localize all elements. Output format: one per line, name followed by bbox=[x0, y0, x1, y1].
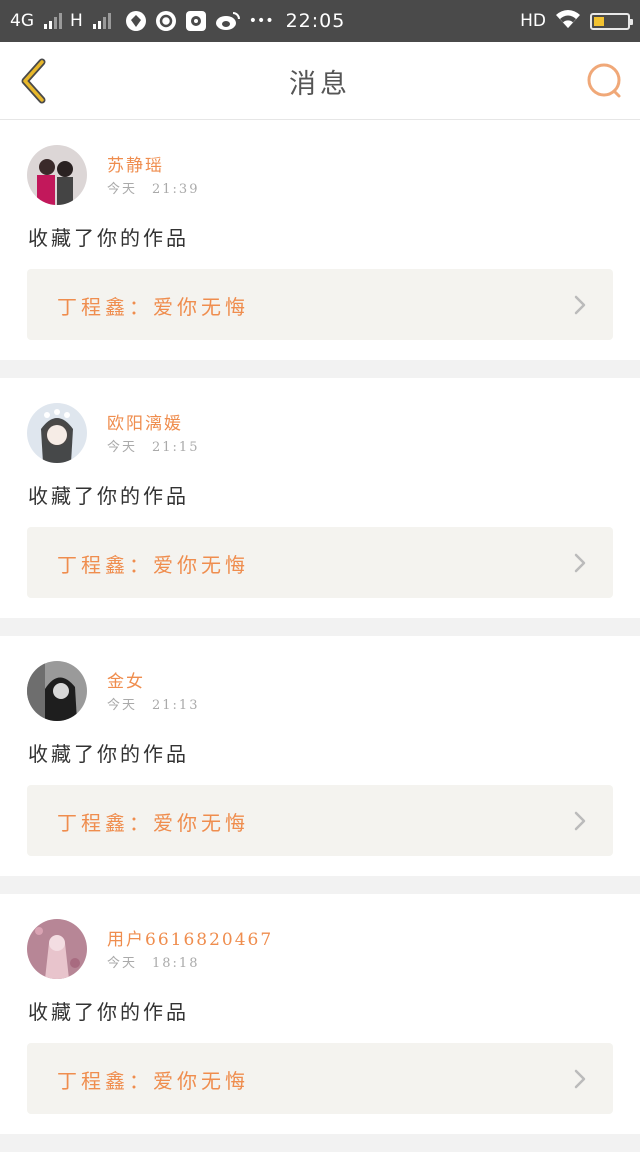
message-list: 苏静瑶 今天 21:39 收藏了你的作品 丁程鑫：爱你无悔 欧阳漓媛 今天 21… bbox=[0, 120, 640, 1152]
clock: 22:05 bbox=[285, 10, 346, 32]
message-card: 用户6616820467 今天 18:18 收藏了你的作品 丁程鑫：爱你无悔 bbox=[0, 894, 640, 1134]
message-text: 收藏了你的作品 bbox=[28, 742, 189, 766]
weibo-icon bbox=[215, 10, 241, 32]
message-card: 欧阳漓媛 今天 21:15 收藏了你的作品 丁程鑫：爱你无悔 bbox=[0, 378, 640, 618]
search-icon bbox=[587, 63, 621, 98]
hd-label: HD bbox=[520, 11, 546, 31]
page-title: 消息 bbox=[289, 69, 351, 100]
more-notifications-label: ••• bbox=[248, 13, 274, 29]
sim-app-icon bbox=[185, 10, 207, 32]
username[interactable]: 金女 bbox=[107, 667, 145, 692]
status-right: HD bbox=[520, 8, 633, 34]
work-title: 丁程鑫：爱你无悔 bbox=[57, 811, 249, 835]
chevron-right-icon bbox=[574, 295, 586, 315]
notification-icons: ••• bbox=[125, 10, 274, 32]
signal-h-icon bbox=[92, 13, 111, 29]
message-text: 收藏了你的作品 bbox=[28, 226, 189, 250]
timestamp: 今天 21:39 bbox=[107, 182, 200, 197]
shield-app-icon bbox=[125, 10, 147, 32]
work-title: 丁程鑫：爱你无悔 bbox=[57, 553, 249, 577]
battery-icon bbox=[590, 12, 633, 30]
timestamp: 今天 21:15 bbox=[107, 440, 200, 455]
avatar[interactable] bbox=[27, 919, 87, 979]
username[interactable]: 欧阳漓媛 bbox=[107, 409, 183, 434]
work-title: 丁程鑫：爱你无悔 bbox=[57, 295, 249, 319]
camera-app-icon bbox=[155, 10, 177, 32]
work-link[interactable]: 丁程鑫：爱你无悔 bbox=[27, 1043, 613, 1114]
work-link[interactable]: 丁程鑫：爱你无悔 bbox=[27, 527, 613, 598]
chevron-right-icon bbox=[574, 1069, 586, 1089]
message-card: 金女 今天 21:13 收藏了你的作品 丁程鑫：爱你无悔 bbox=[0, 636, 640, 876]
username[interactable]: 用户6616820467 bbox=[107, 925, 273, 950]
status-left: 4G H ••• 22:05 bbox=[10, 10, 345, 32]
header-bar: 消息 bbox=[0, 42, 640, 120]
message-text: 收藏了你的作品 bbox=[28, 1000, 189, 1024]
work-title: 丁程鑫：爱你无悔 bbox=[57, 1069, 249, 1093]
timestamp: 今天 21:13 bbox=[107, 698, 200, 713]
chevron-right-icon bbox=[574, 811, 586, 831]
search-button[interactable] bbox=[586, 62, 624, 100]
wifi-icon bbox=[554, 8, 582, 34]
network-4g-label: 4G bbox=[10, 11, 34, 31]
avatar[interactable] bbox=[27, 145, 87, 205]
chevron-right-icon bbox=[574, 553, 586, 573]
avatar[interactable] bbox=[27, 403, 87, 463]
network-h-label: H bbox=[70, 11, 83, 31]
username[interactable]: 苏静瑶 bbox=[107, 151, 164, 176]
status-bar: 4G H ••• 22:05 HD bbox=[0, 0, 640, 42]
signal-4g-icon bbox=[44, 13, 62, 29]
message-text: 收藏了你的作品 bbox=[28, 484, 189, 508]
message-card: 苏静瑶 今天 21:39 收藏了你的作品 丁程鑫：爱你无悔 bbox=[0, 120, 640, 360]
work-link[interactable]: 丁程鑫：爱你无悔 bbox=[27, 269, 613, 340]
timestamp: 今天 18:18 bbox=[107, 956, 200, 971]
avatar[interactable] bbox=[27, 661, 87, 721]
work-link[interactable]: 丁程鑫：爱你无悔 bbox=[27, 785, 613, 856]
